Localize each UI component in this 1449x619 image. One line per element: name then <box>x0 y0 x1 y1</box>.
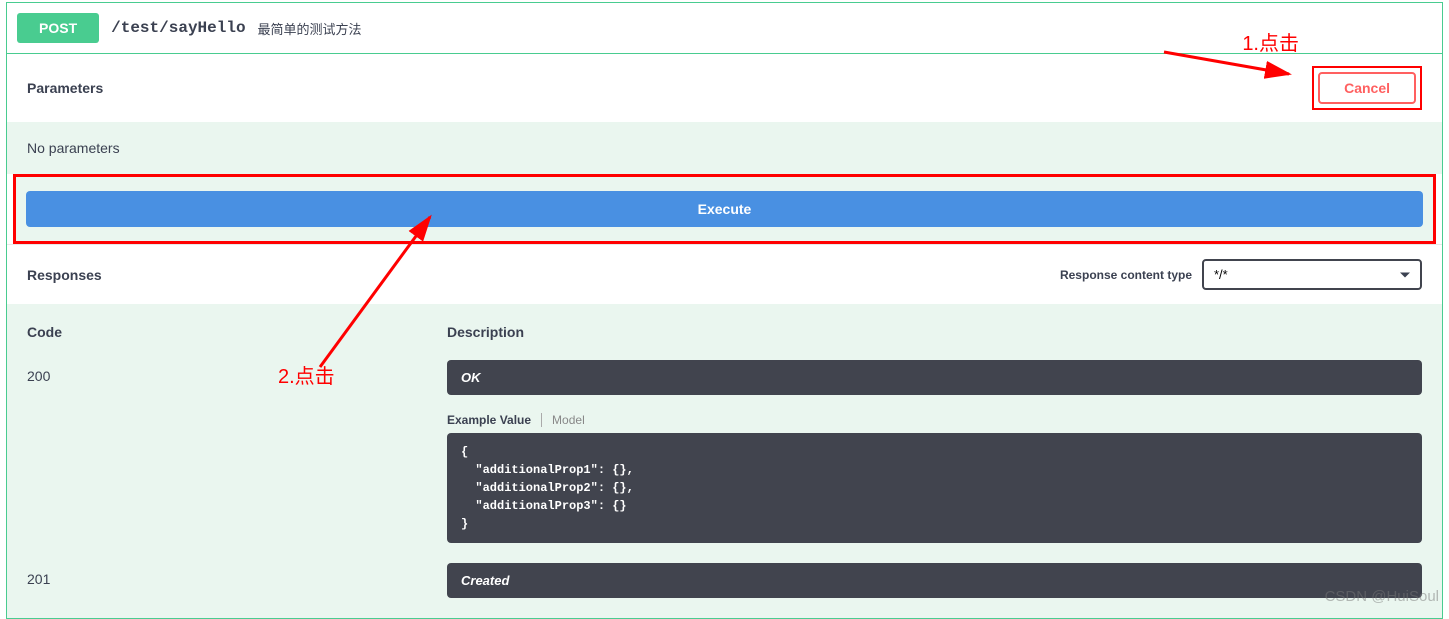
response-row: 201 Created <box>27 543 1422 598</box>
response-description-box: Created <box>447 563 1422 598</box>
response-code: 201 <box>27 563 447 598</box>
cancel-button[interactable]: Cancel <box>1318 72 1416 104</box>
operation-block: POST /test/sayHello 最简单的测试方法 Parameters … <box>6 2 1443 619</box>
tab-model[interactable]: Model <box>541 413 585 427</box>
endpoint-path: /test/sayHello <box>111 19 245 37</box>
content-type-select[interactable]: */* <box>1202 259 1422 290</box>
example-code-block[interactable]: { "additionalProp1": {}, "additionalProp… <box>447 433 1422 543</box>
parameters-section-header: Parameters Cancel <box>7 54 1442 122</box>
code-column-header: Code <box>27 324 447 340</box>
execute-highlight-box: Execute <box>13 174 1436 244</box>
response-description-box: OK <box>447 360 1422 395</box>
http-method-badge: POST <box>17 13 99 43</box>
responses-table-header: Code Description <box>27 304 1422 350</box>
responses-title: Responses <box>27 267 102 283</box>
execute-button[interactable]: Execute <box>26 191 1423 227</box>
operation-header[interactable]: POST /test/sayHello 最简单的测试方法 <box>7 3 1442 54</box>
responses-body: Code Description 200 OK Example Value Mo… <box>7 304 1442 618</box>
response-code: 200 <box>27 360 447 543</box>
content-type-select-wrap: */* <box>1202 259 1422 290</box>
tab-example-value[interactable]: Example Value <box>447 413 541 427</box>
example-tabs: Example Value Model <box>447 413 1422 427</box>
responses-section-header: Responses Response content type */* <box>7 244 1442 304</box>
parameters-title: Parameters <box>27 80 103 96</box>
description-column-header: Description <box>447 324 1422 340</box>
endpoint-description: 最简单的测试方法 <box>258 19 362 38</box>
no-parameters-text: No parameters <box>7 122 1442 174</box>
response-description-col: OK Example Value Model { "additionalProp… <box>447 360 1422 543</box>
response-row: 200 OK Example Value Model { "additional… <box>27 350 1422 543</box>
content-type-label: Response content type <box>1060 268 1192 282</box>
response-description-col: Created <box>447 563 1422 598</box>
cancel-highlight-box: Cancel <box>1312 66 1422 110</box>
content-type-group: Response content type */* <box>1060 259 1422 290</box>
